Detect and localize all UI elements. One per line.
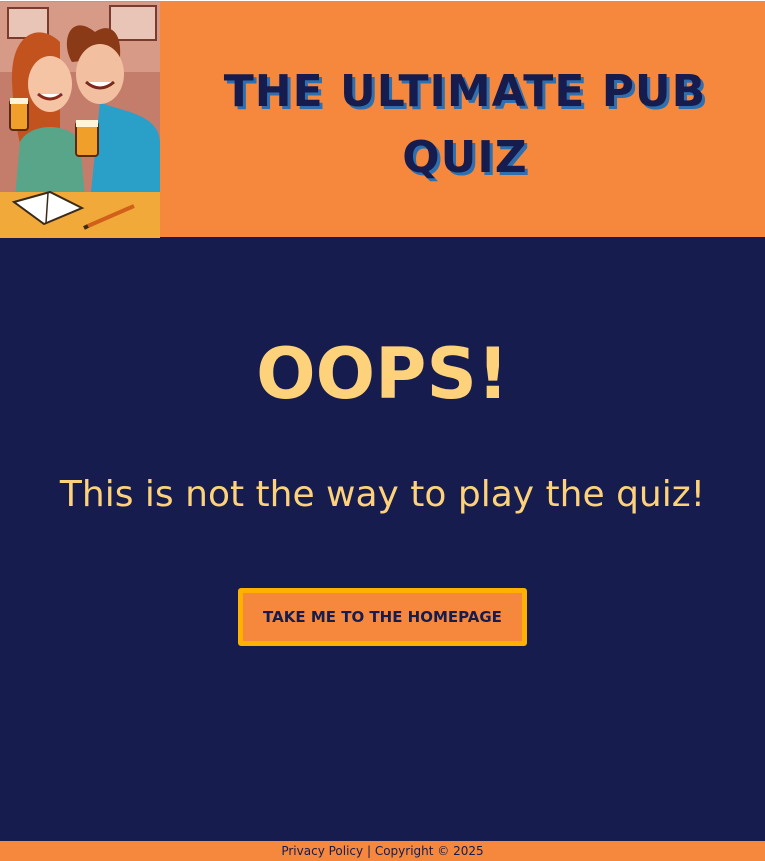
copyright-text: Copyright © 2025 (374, 844, 484, 858)
site-footer: Privacy Policy | Copyright © 2025 (0, 841, 765, 861)
site-header: THE ULTIMATE PUB QUIZ (0, 0, 765, 238)
site-title: THE ULTIMATE PUB QUIZ (223, 66, 707, 183)
footer-separator: | (366, 844, 371, 858)
pub-couple-illustration (0, 2, 160, 238)
homepage-button[interactable]: TAKE ME TO THE HOMEPAGE (238, 588, 527, 646)
error-message: This is not the way to play the quiz! (59, 474, 706, 515)
main-content: OOPS! This is not the way to play the qu… (0, 237, 765, 841)
error-heading: OOPS! (256, 333, 509, 415)
privacy-policy-link[interactable]: Privacy Policy (281, 844, 363, 858)
